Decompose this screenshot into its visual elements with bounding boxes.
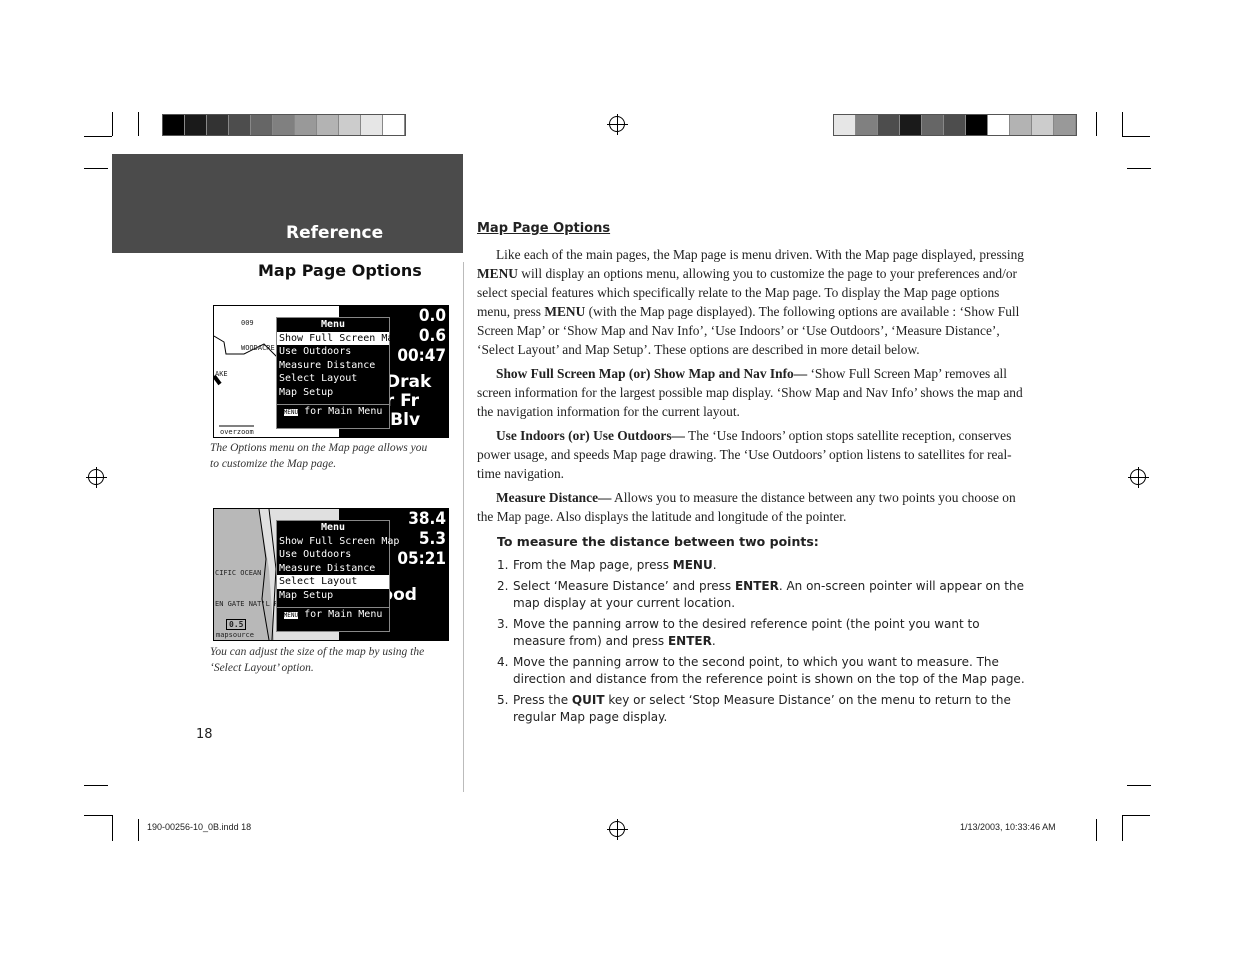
procedure-title: To measure the distance between two poin… <box>497 534 819 549</box>
step: 3. Move the panning arrow to the desired … <box>497 617 980 648</box>
footer-date: 1/13/2003, 10:33:46 AM <box>960 822 1056 832</box>
option-full-screen: Show Full Screen Map (or) Show Map and N… <box>477 366 1023 419</box>
gps-screenshot-options-menu: 009 WOODACRE AKE overzoom 0.0 0.6 00:47 … <box>213 305 449 438</box>
step: 1. From the Map page, press MENU. <box>497 558 717 572</box>
manual-page: Reference Map Page Options 009 WOODACRE … <box>0 0 1235 954</box>
main-title: Map Page Options <box>477 221 611 236</box>
step: 5. Press the QUIT key or select ‘Stop Mea… <box>497 693 1011 724</box>
option-measure-distance: Measure Distance— Allows you to measure … <box>477 490 1016 524</box>
gps-screenshot-select-layout: CIFIC OCEAN EN GATE NAT'L REC 0.5 mapsou… <box>213 508 449 641</box>
options-menu: Menu Show Full Screen Map Use Outdoors M… <box>276 317 399 429</box>
section-title: Reference <box>286 223 384 243</box>
intro-paragraph: Like each of the main pages, the Map pag… <box>477 247 1024 357</box>
section-header: Reference <box>112 154 463 253</box>
option-indoors-outdoors: Use Indoors (or) Use Outdoors— The ‘Use … <box>477 428 1012 481</box>
registration-mark-icon <box>86 467 107 488</box>
registration-mark-icon <box>1128 467 1149 488</box>
options-menu: Menu Show Full Screen Map Use Outdoors M… <box>276 520 399 632</box>
color-bar-left <box>162 114 406 136</box>
column-divider <box>463 262 464 792</box>
procedure-steps: 1. From the Map page, press MENU. 2. Selec… <box>497 557 1032 730</box>
color-bar-right <box>833 114 1077 136</box>
figure2-caption: You can adjust the size of the map by us… <box>210 646 425 674</box>
registration-mark-icon <box>607 819 628 840</box>
page-number: 18 <box>196 727 213 742</box>
sidebar-title: Map Page Options <box>258 261 422 280</box>
main-body: Like each of the main pages, the Map pag… <box>477 245 1029 531</box>
step: 4. Move the panning arrow to the second p… <box>497 655 1025 686</box>
step: 2. Select ‘Measure Distance’ and press EN… <box>497 579 1024 610</box>
figure1-caption: The Options menu on the Map page allows … <box>210 442 428 470</box>
registration-mark-icon <box>607 114 628 135</box>
footer-filename: 190-00256-10_0B.indd 18 <box>147 822 252 832</box>
